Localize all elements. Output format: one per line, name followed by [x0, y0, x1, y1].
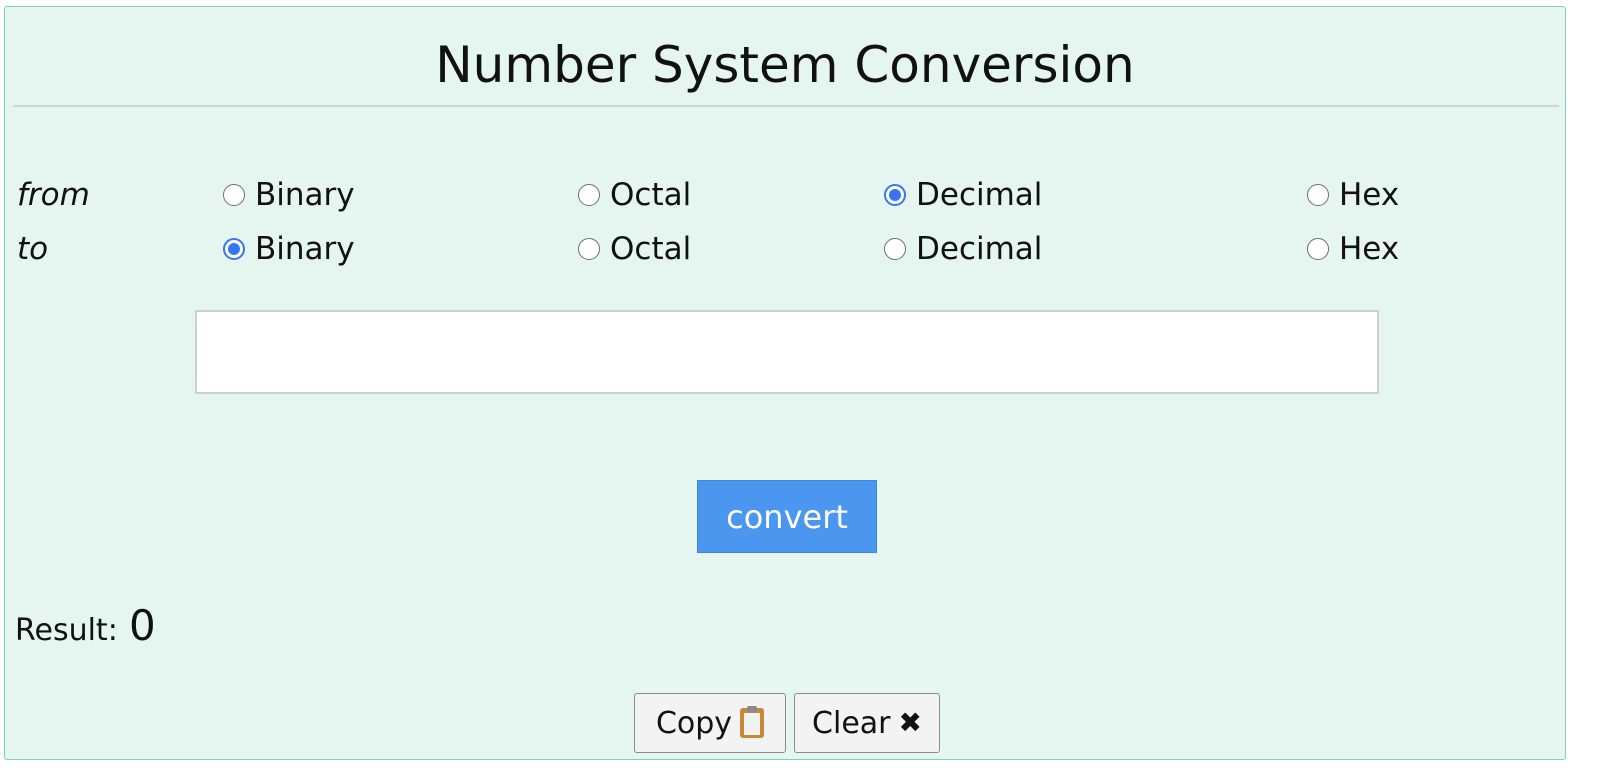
clear-label: Clear	[812, 705, 891, 741]
to-radio-binary[interactable]: Binary	[223, 229, 355, 269]
to-radio-decimal[interactable]: Decimal	[884, 229, 1042, 269]
radio-circle[interactable]	[223, 238, 245, 260]
radio-circle[interactable]	[223, 184, 245, 206]
radio-circle[interactable]	[884, 238, 906, 260]
copy-label: Copy	[655, 705, 733, 741]
to-label: to	[17, 231, 49, 267]
radio-circle[interactable]	[1307, 184, 1329, 206]
from-label: from	[17, 177, 90, 213]
radio-label: Decimal	[916, 231, 1043, 267]
page-title: Number System Conversion	[435, 36, 1135, 94]
radio-label: Octal	[610, 177, 692, 213]
radio-label: Hex	[1339, 231, 1400, 267]
radio-label: Binary	[255, 177, 355, 213]
to-radio-octal[interactable]: Octal	[578, 229, 691, 269]
radio-label: Hex	[1339, 177, 1400, 213]
convert-button[interactable]: convert	[697, 480, 877, 553]
x-icon: ✖	[898, 706, 922, 739]
radio-circle[interactable]	[1307, 238, 1329, 260]
radio-label: Binary	[255, 231, 355, 267]
from-radio-decimal[interactable]: Decimal	[884, 175, 1042, 215]
clear-button[interactable]: Clear ✖	[794, 693, 940, 753]
result-label: Result:	[15, 613, 118, 648]
result-value: 0	[129, 601, 156, 650]
clipboard-icon	[740, 706, 765, 738]
from-radio-binary[interactable]: Binary	[223, 175, 355, 215]
number-input[interactable]	[195, 310, 1379, 394]
from-radio-octal[interactable]: Octal	[578, 175, 691, 215]
radio-circle[interactable]	[578, 184, 600, 206]
copy-button[interactable]: Copy	[634, 693, 786, 753]
radio-circle[interactable]	[578, 238, 600, 260]
title-divider	[13, 105, 1559, 107]
converter-panel: Number System Conversion from to Binary …	[4, 6, 1566, 760]
from-radio-hex[interactable]: Hex	[1307, 175, 1399, 215]
radio-label: Decimal	[916, 177, 1043, 213]
radio-circle[interactable]	[884, 184, 906, 206]
radio-label: Octal	[610, 231, 692, 267]
to-radio-hex[interactable]: Hex	[1307, 229, 1399, 269]
